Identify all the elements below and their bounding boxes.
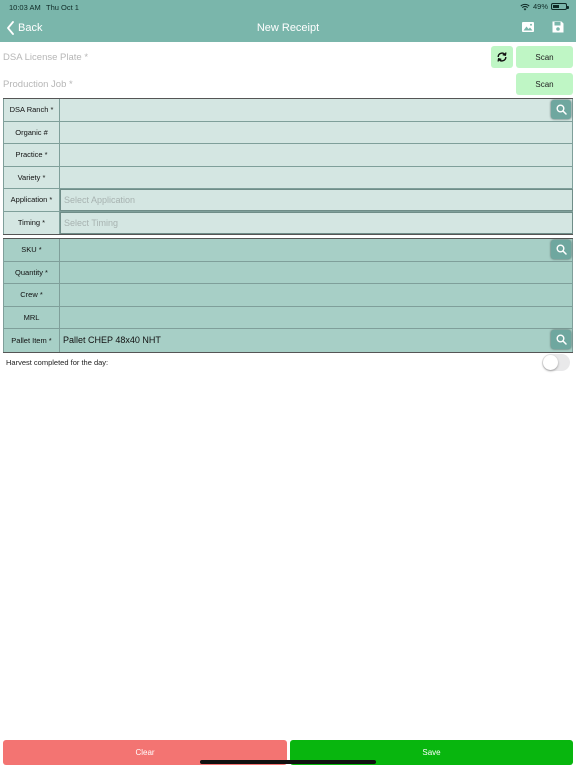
field-label: DSA Ranch * [3, 99, 60, 121]
home-indicator [200, 760, 376, 764]
form-row-variety: Variety * [3, 166, 573, 189]
field-label: Organic # [3, 121, 60, 143]
battery-percent: 49% [532, 2, 548, 11]
sku-field[interactable] [60, 239, 573, 261]
form-row-dsa-ranch: DSA Ranch * [3, 99, 573, 122]
production-job-input[interactable]: Production Job * [3, 79, 73, 90]
field-label: Application * [3, 189, 60, 211]
form-row-practice: Practice * [3, 144, 573, 167]
field-label: Crew * [3, 284, 60, 306]
production-job-scan-button[interactable]: Scan [516, 73, 573, 95]
pallet-item-field[interactable]: Pallet CHEP 48x40 NHT [60, 329, 573, 352]
dsa-ranch-search-button[interactable] [551, 100, 571, 119]
save-icon[interactable] [551, 20, 565, 34]
field-label: MRL [3, 306, 60, 328]
image-icon[interactable] [521, 20, 535, 34]
license-plate-input[interactable]: DSA License Plate * [3, 52, 88, 63]
refresh-button[interactable] [491, 46, 513, 68]
form-row-crew: Crew * [3, 284, 573, 307]
status-indicators: 49% [520, 2, 569, 11]
pallet-item-search-button[interactable] [551, 330, 571, 349]
harvest-completed-label: Harvest completed for the day: [6, 358, 109, 367]
mrl-field[interactable] [60, 306, 573, 328]
refresh-icon [497, 52, 507, 62]
field-label: Timing * [3, 211, 60, 234]
quantity-field[interactable] [60, 261, 573, 283]
form-row-timing: Timing * Select Timing [3, 211, 573, 234]
battery-icon [551, 3, 569, 10]
form-row-quantity: Quantity * [3, 261, 573, 284]
search-icon [556, 334, 567, 345]
page-title: New Receipt [256, 22, 320, 34]
field-label: Practice * [3, 144, 60, 166]
field-label: Quantity * [3, 261, 60, 283]
pallet-details-grid: SKU * Quantity * Crew * MRL Pallet Item … [3, 238, 573, 353]
wifi-icon [520, 3, 530, 10]
form-row-pallet-item: Pallet Item * Pallet CHEP 48x40 NHT [3, 329, 573, 352]
form-row-mrl: MRL [3, 306, 573, 329]
crew-field[interactable] [60, 284, 573, 306]
ranch-details-grid: DSA Ranch * Organic # Practice * Variety… [3, 98, 573, 235]
timing-select[interactable]: Select Timing [60, 211, 573, 234]
sku-search-button[interactable] [551, 240, 571, 259]
navigation-bar: 10:03 AM Thu Oct 1 49% Back New Receipt [0, 0, 576, 42]
field-label: SKU * [3, 239, 60, 261]
dsa-ranch-field[interactable] [60, 99, 573, 121]
field-label: Variety * [3, 166, 60, 188]
form-row-application: Application * Select Application [3, 189, 573, 212]
field-value: Pallet CHEP 48x40 NHT [63, 335, 161, 346]
license-plate-scan-button[interactable]: Scan [516, 46, 573, 68]
practice-field[interactable] [60, 144, 573, 166]
form-row-organic: Organic # [3, 121, 573, 144]
form-row-sku: SKU * [3, 239, 573, 262]
status-time: 10:03 AM [9, 3, 41, 12]
harvest-completed-row: Harvest completed for the day: [0, 353, 576, 373]
organic-number-field[interactable] [60, 121, 573, 143]
variety-field[interactable] [60, 166, 573, 188]
harvest-completed-toggle[interactable] [542, 354, 570, 371]
license-plate-row: DSA License Plate * Scan [0, 45, 576, 71]
field-label: Pallet Item * [3, 329, 60, 352]
status-date: Thu Oct 1 [46, 3, 79, 12]
status-bar: 10:03 AM Thu Oct 1 49% [0, 0, 576, 14]
production-job-row: Production Job * Scan [0, 72, 576, 98]
search-icon [556, 104, 567, 115]
application-select[interactable]: Select Application [60, 189, 573, 211]
search-icon [556, 244, 567, 255]
